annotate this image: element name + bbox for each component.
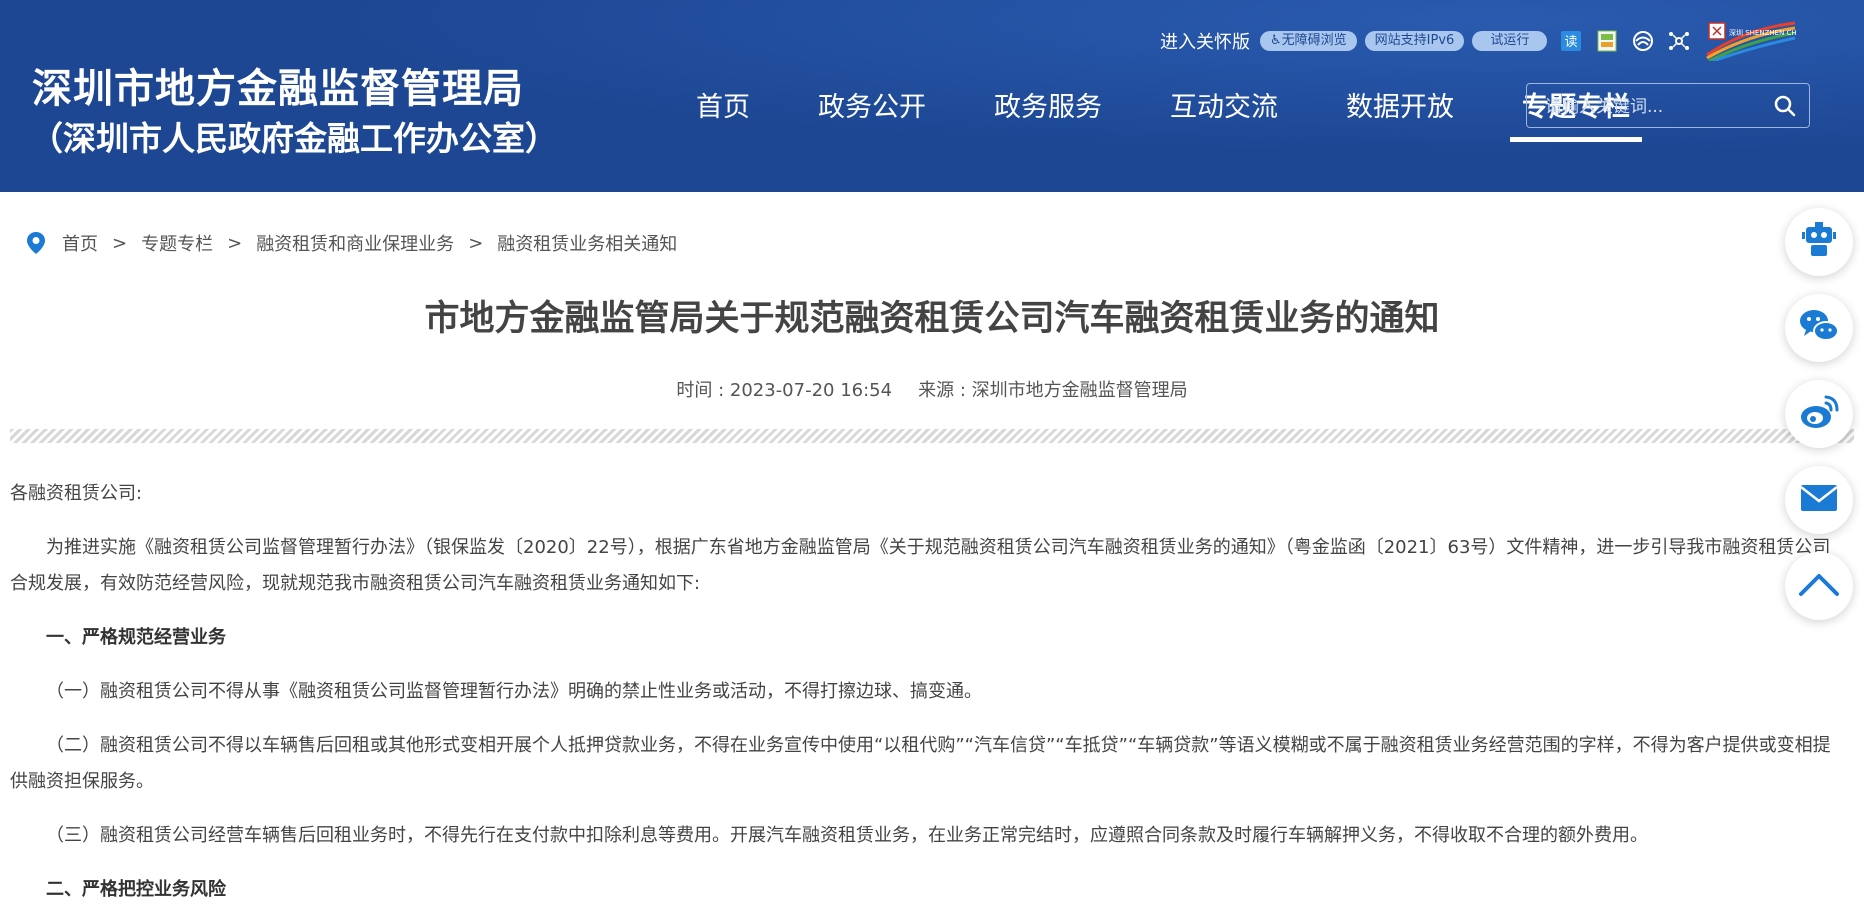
breadcrumb-leasing-notices[interactable]: 融资租赁业务相关通知 [497, 230, 677, 256]
back-to-top-icon [1797, 569, 1841, 603]
breadcrumb-home[interactable]: 首页 [62, 230, 98, 256]
breadcrumb-separator: > [227, 232, 243, 254]
search-input[interactable] [1527, 84, 1777, 129]
clause-paragraph: （一）融资租赁公司不得从事《融资租赁公司监督管理暂行办法》明确的禁止性业务或活动… [46, 681, 982, 702]
site-subtitle: （深圳市人民政府金融工作办公室） [30, 119, 558, 158]
shenzhen-china-logo: 深圳 SHENZHEN CHINA [1705, 21, 1809, 63]
back-to-top-button[interactable] [1785, 552, 1853, 620]
wheelchair-icon: ♿ [1270, 33, 1282, 48]
nav-open-data[interactable]: 数据开放 [1334, 84, 1466, 142]
article-source: 来源 : 深圳市地方金融监督管理局 [918, 380, 1188, 401]
nav-interaction[interactable]: 互动交流 [1158, 84, 1290, 142]
salutation: 各融资租赁公司: [10, 483, 143, 504]
network-share-icon[interactable] [1667, 29, 1691, 53]
mail-icon [1799, 482, 1839, 518]
nav-government-affairs[interactable]: 政务公开 [806, 84, 938, 142]
clause-paragraph: （三）融资租赁公司经营车辆售后回租业务时，不得先行在支付款中扣除利息等费用。开展… [46, 825, 1648, 846]
svg-text:深圳 SHENZHEN CHINA: 深圳 SHENZHEN CHINA [1729, 28, 1797, 37]
trial-run-pill[interactable]: 试运行 [1472, 31, 1548, 51]
accessibility-label: 无障碍浏览 [1281, 33, 1347, 48]
care-version-link[interactable]: 进入关怀版 [1160, 28, 1250, 54]
weibo-icon [1798, 393, 1840, 435]
section-heading: 一、严格规范经营业务 [46, 627, 226, 648]
nav-government-services[interactable]: 政务服务 [982, 84, 1114, 142]
language-switch-icon[interactable] [1631, 29, 1655, 53]
breadcrumb-separator: > [112, 232, 128, 254]
wechat-icon [1798, 306, 1840, 350]
main-nav: 首页 政务公开 政务服务 互动交流 数据开放 专题专栏 [662, 84, 1664, 144]
clause-paragraph: （二）融资租赁公司不得以车辆售后回租或其他形式变相开展个人抵押贷款业务，不得在业… [10, 735, 1831, 792]
breadcrumb: 首页 > 专题专栏 > 融资租赁和商业保理业务 > 融资租赁业务相关通知 [26, 230, 677, 256]
article-meta: 时间 : 2023-07-20 16:54 来源 : 深圳市地方金融监督管理局 [0, 376, 1864, 402]
email-button[interactable] [1785, 466, 1853, 534]
site-title[interactable]: 深圳市地方金融监督管理局 [32, 56, 524, 114]
top-toolbar: 进入关怀版 ♿无障碍浏览 网站支持IPv6 试运行 读 深圳 SHENZHEN … [1160, 21, 1809, 63]
section-heading: 二、严格把控业务风险 [46, 879, 226, 900]
intro-paragraph: 为推进实施《融资租赁公司监督管理暂行办法》（银保监发〔2020〕22号），根据广… [10, 537, 1831, 594]
robot-icon [1799, 220, 1839, 264]
publish-time: 时间 : 2023-07-20 16:54 [676, 380, 893, 401]
search-box [1526, 83, 1810, 129]
breadcrumb-leasing-factoring[interactable]: 融资租赁和商业保理业务 [256, 230, 454, 256]
breadcrumb-separator: > [468, 232, 484, 254]
site-header: 深圳市地方金融监督管理局 （深圳市人民政府金融工作办公室） 进入关怀版 ♿无障碍… [0, 0, 1864, 192]
breadcrumb-special-topics[interactable]: 专题专栏 [141, 230, 213, 256]
article-title: 市地方金融监管局关于规范融资租赁公司汽车融资租赁业务的通知 [424, 299, 1440, 339]
svg-text:读: 读 [1565, 35, 1578, 50]
weibo-button[interactable] [1785, 380, 1853, 448]
location-pin-icon [26, 231, 46, 255]
mobile-version-icon[interactable] [1595, 29, 1619, 53]
hatched-divider [10, 429, 1854, 443]
read-aloud-icon[interactable]: 读 [1559, 29, 1583, 53]
wechat-button[interactable] [1785, 294, 1853, 362]
search-icon[interactable] [1773, 94, 1797, 118]
accessibility-pill[interactable]: ♿无障碍浏览 [1260, 31, 1357, 51]
robot-assistant-button[interactable] [1785, 208, 1853, 276]
nav-home[interactable]: 首页 [684, 84, 762, 142]
ipv6-pill[interactable]: 网站支持IPv6 [1364, 31, 1465, 51]
